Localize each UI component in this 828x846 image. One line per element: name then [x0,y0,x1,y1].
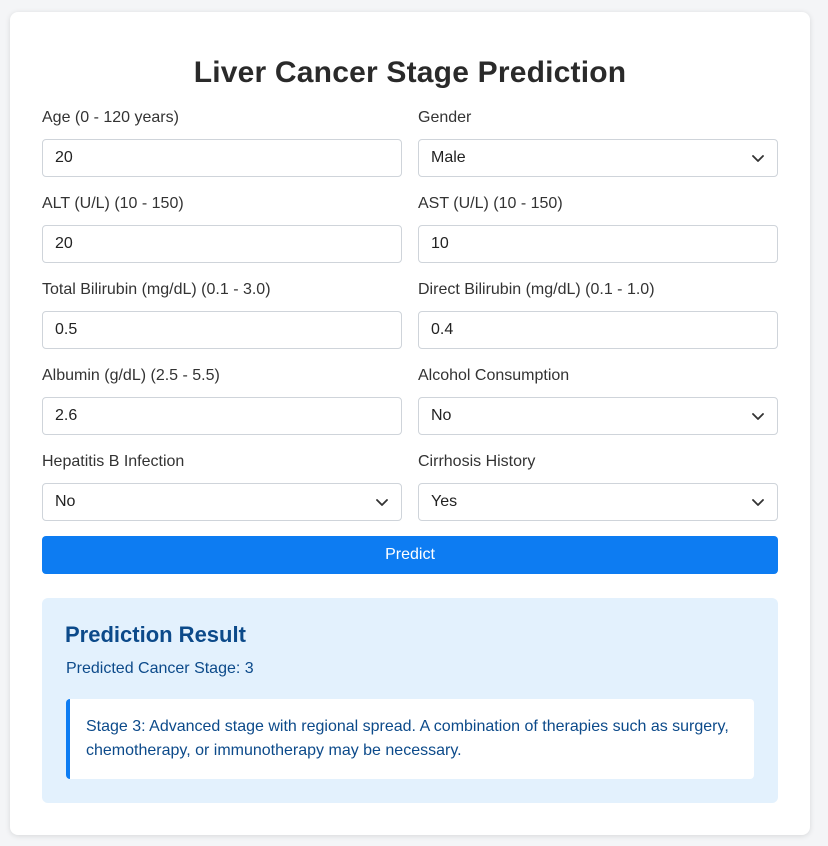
albumin-label: Albumin (g/dL) (2.5 - 5.5) [42,367,220,384]
chevron-down-icon [376,499,388,506]
gender-field: Gender Male [418,108,778,177]
hepatitis-b-field: Hepatitis B Infection No [42,452,402,521]
alcohol-field: Alcohol Consumption No [418,366,778,435]
direct-bilirubin-input[interactable]: 0.4 [418,311,778,349]
hepatitis-b-select[interactable]: No [42,483,402,521]
albumin-input[interactable]: 2.6 [42,397,402,435]
cirrhosis-select[interactable]: Yes [418,483,778,521]
hepatitis-b-select-value: No [55,493,76,510]
alt-field: ALT (U/L) (10 - 150) 20 [42,194,402,263]
direct-bilirubin-field: Direct Bilirubin (mg/dL) (0.1 - 1.0) 0.4 [418,280,778,349]
cirrhosis-field: Cirrhosis History Yes [418,452,778,521]
direct-bilirubin-label: Direct Bilirubin (mg/dL) (0.1 - 1.0) [418,281,655,298]
age-field: Age (0 - 120 years) 20 [42,108,402,177]
cirrhosis-label: Cirrhosis History [418,453,536,470]
age-input[interactable]: 20 [42,139,402,177]
ast-input[interactable]: 10 [418,225,778,263]
chevron-down-icon [752,499,764,506]
age-label: Age (0 - 120 years) [42,109,179,126]
gender-select[interactable]: Male [418,139,778,177]
stage-description: Stage 3: Advanced stage with regional sp… [66,699,754,779]
page-title: Liver Cancer Stage Prediction [193,56,627,89]
gender-select-value: Male [431,149,466,166]
ast-label: AST (U/L) (10 - 150) [418,195,563,212]
alt-input[interactable]: 20 [42,225,402,263]
gender-label: Gender [418,109,472,126]
result-panel: Prediction Result Predicted Cancer Stage… [42,598,778,803]
total-bilirubin-label: Total Bilirubin (mg/dL) (0.1 - 3.0) [42,281,271,298]
prediction-card: Liver Cancer Stage Prediction Age (0 - 1… [10,12,810,835]
predicted-stage-text: Predicted Cancer Stage: 3 [66,660,254,677]
albumin-field: Albumin (g/dL) (2.5 - 5.5) 2.6 [42,366,402,435]
ast-field: AST (U/L) (10 - 150) 10 [418,194,778,263]
alcohol-select[interactable]: No [418,397,778,435]
total-bilirubin-field: Total Bilirubin (mg/dL) (0.1 - 3.0) 0.5 [42,280,402,349]
total-bilirubin-input[interactable]: 0.5 [42,311,402,349]
hepatitis-b-label: Hepatitis B Infection [42,453,185,470]
chevron-down-icon [752,155,764,162]
predict-button[interactable]: Predict [42,536,778,574]
chevron-down-icon [752,413,764,420]
cirrhosis-select-value: Yes [431,493,458,510]
alcohol-select-value: No [431,407,452,424]
alcohol-label: Alcohol Consumption [418,367,570,384]
alt-label: ALT (U/L) (10 - 150) [42,195,184,212]
result-heading: Prediction Result [65,622,246,647]
